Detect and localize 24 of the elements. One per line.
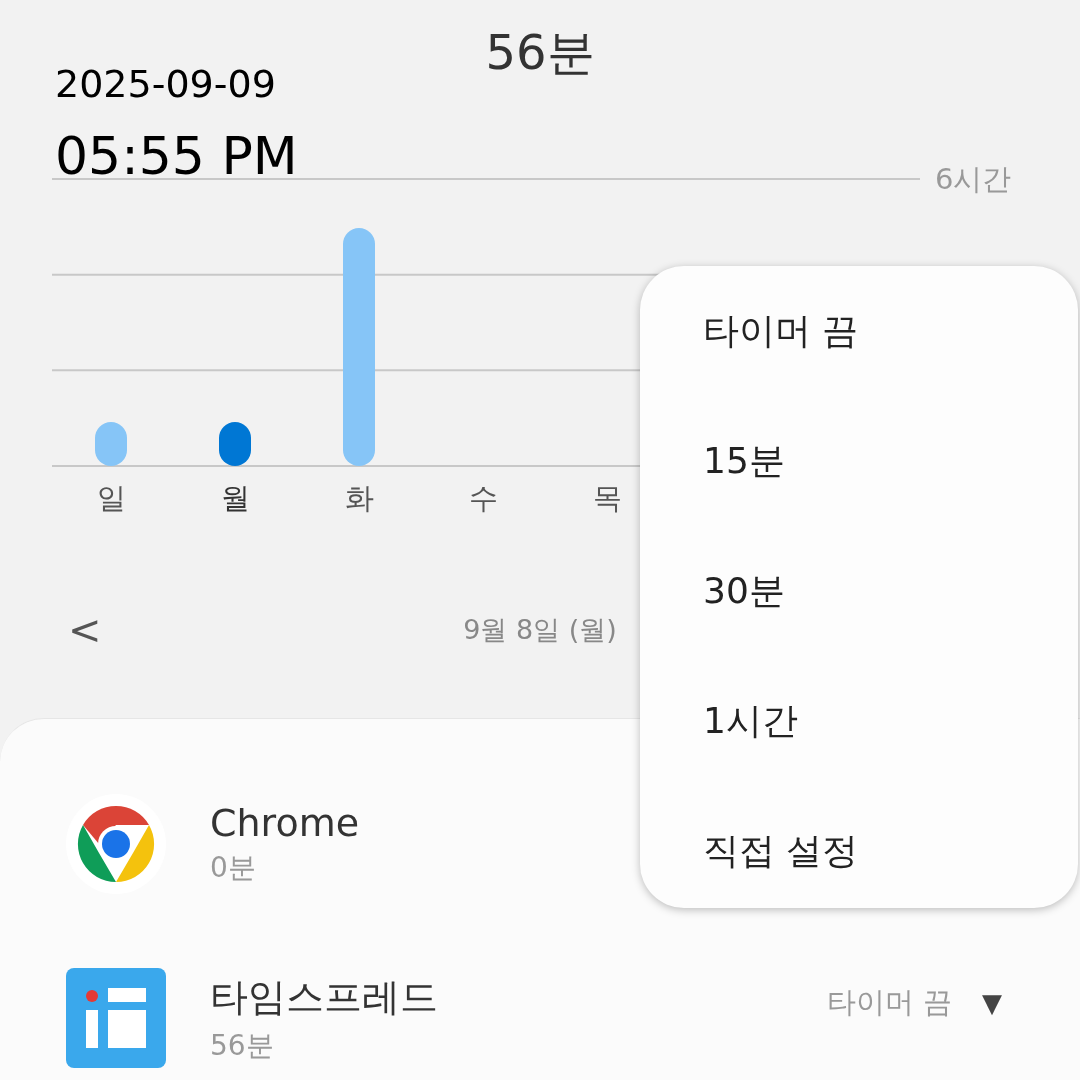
bar[interactable] bbox=[95, 422, 127, 466]
usage-time: 0분 bbox=[210, 850, 257, 886]
timer-dropdown[interactable]: 타이머 끔 ▼ bbox=[826, 983, 1002, 1023]
menu-item[interactable]: 1시간 bbox=[640, 656, 1078, 786]
menu-item[interactable]: 직접 설정 bbox=[640, 786, 1078, 916]
menu-item[interactable]: 15분 bbox=[640, 396, 1078, 526]
day-label: 일 bbox=[96, 481, 126, 515]
previous-button[interactable]: < bbox=[68, 607, 102, 653]
total-time: 56분 bbox=[485, 23, 595, 82]
app-name: 타임스프레드 bbox=[210, 973, 438, 1021]
day-label: 화 bbox=[344, 481, 374, 515]
menu-item[interactable]: 30분 bbox=[640, 526, 1078, 656]
app-name: Chrome bbox=[210, 801, 360, 845]
bar[interactable] bbox=[219, 422, 251, 466]
day-label: 수 bbox=[468, 481, 498, 515]
timestamp-date: 2025-09-09 bbox=[55, 62, 276, 106]
date-label: 9월 8일 (월) bbox=[463, 613, 617, 647]
day-label: 목 bbox=[592, 481, 622, 515]
app-icon bbox=[66, 968, 166, 1068]
axis-label: 6시간 bbox=[935, 162, 1012, 196]
timestamp-time: 05:55 PM bbox=[55, 126, 298, 186]
day-label: 월 bbox=[220, 481, 250, 515]
menu-item[interactable]: 타이머 끔 bbox=[640, 266, 1078, 396]
usage-time: 56분 bbox=[210, 1027, 275, 1064]
